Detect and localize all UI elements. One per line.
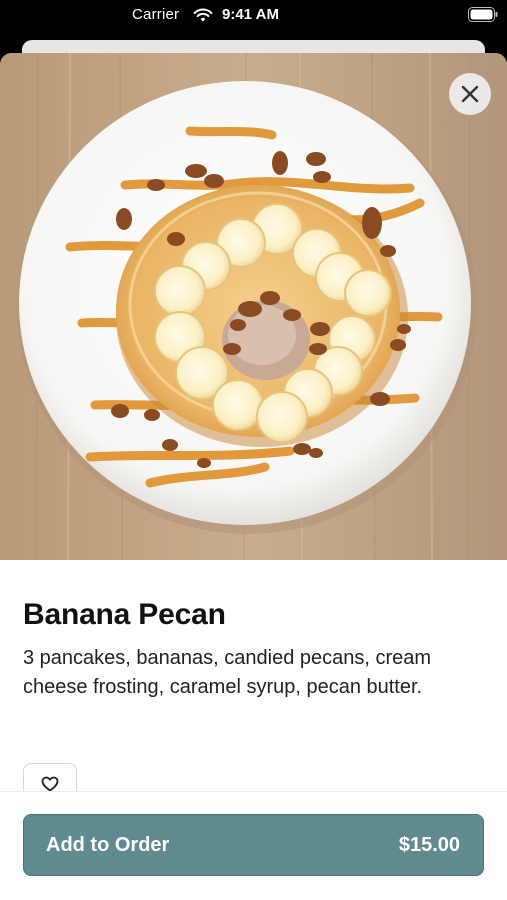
- menu-item-screen: Carrier 9:41 AM Banana Pecan 3 pancakes,…: [0, 0, 507, 900]
- close-button[interactable]: [449, 73, 491, 115]
- clock-label: 9:41 AM: [222, 6, 279, 23]
- carrier-label: Carrier: [132, 6, 180, 23]
- price-label: $15.00: [398, 834, 460, 856]
- status-bar: Carrier 9:41 AM: [0, 0, 507, 32]
- close-icon: [461, 85, 479, 103]
- battery-icon: [468, 7, 498, 22]
- heart-icon: [41, 776, 59, 792]
- add-to-order-button[interactable]: Add to Order $15.00: [23, 814, 484, 876]
- item-photo: [0, 53, 507, 560]
- bottom-action-bar: Add to Order $15.00: [0, 791, 507, 900]
- item-description: 3 pancakes, bananas, candied pecans, cre…: [23, 647, 432, 698]
- item-detail-card: Banana Pecan 3 pancakes, bananas, candie…: [0, 53, 507, 900]
- wifi-icon: [193, 8, 213, 22]
- item-title: Banana Pecan: [23, 598, 226, 631]
- add-to-order-label: Add to Order: [46, 834, 170, 856]
